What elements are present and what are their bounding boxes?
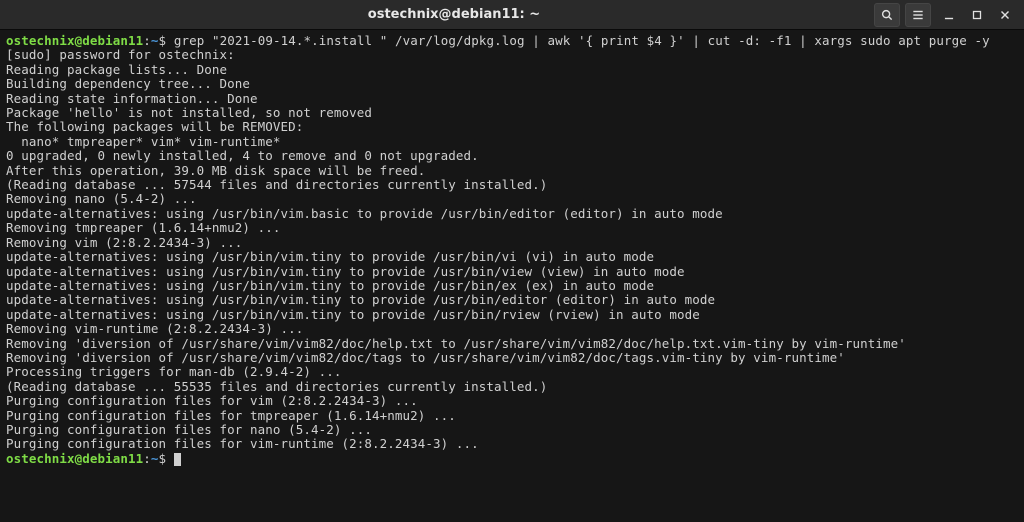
prompt-userhost: ostechnix@debian11 (6, 33, 143, 48)
terminal-viewport[interactable]: ostechnix@debian11:~$ grep "2021-09-14.*… (0, 30, 1024, 470)
terminal-output-line: update-alternatives: using /usr/bin/vim.… (6, 279, 1018, 293)
terminal-output-line: Removing vim (2:8.2.2434-3) ... (6, 236, 1018, 250)
terminal-output-line: Purging configuration files for nano (5.… (6, 423, 1018, 437)
close-icon (998, 8, 1012, 22)
terminal-output-line: Removing vim-runtime (2:8.2.2434-3) ... (6, 322, 1018, 336)
prompt-path: ~ (151, 33, 159, 48)
prompt-sep: : (143, 451, 151, 466)
terminal-output-line: Removing nano (5.4-2) ... (6, 192, 1018, 206)
window-title: ostechnix@debian11: ~ (36, 7, 872, 22)
hamburger-icon (911, 8, 925, 22)
terminal-output-line: update-alternatives: using /usr/bin/vim.… (6, 293, 1018, 307)
terminal-output-line: Purging configuration files for tmpreape… (6, 409, 1018, 423)
menu-button[interactable] (905, 3, 931, 27)
terminal-output-line: Removing 'diversion of /usr/share/vim/vi… (6, 337, 1018, 351)
terminal-output-line: update-alternatives: using /usr/bin/vim.… (6, 250, 1018, 264)
terminal-output-line: After this operation, 39.0 MB disk space… (6, 164, 1018, 178)
terminal-output-line: update-alternatives: using /usr/bin/vim.… (6, 265, 1018, 279)
command-line: ostechnix@debian11:~$ grep "2021-09-14.*… (6, 34, 1018, 48)
search-icon (880, 8, 894, 22)
terminal-output-line: Processing triggers for man-db (2.9.4-2)… (6, 365, 1018, 379)
terminal-output-line: Package 'hello' is not installed, so not… (6, 106, 1018, 120)
minimize-icon (942, 8, 956, 22)
prompt-sep: : (143, 33, 151, 48)
terminal-output-line: Removing tmpreaper (1.6.14+nmu2) ... (6, 221, 1018, 235)
terminal-output-line: Removing 'diversion of /usr/share/vim/vi… (6, 351, 1018, 365)
terminal-output-line: Purging configuration files for vim (2:8… (6, 394, 1018, 408)
terminal-output-line: update-alternatives: using /usr/bin/vim.… (6, 308, 1018, 322)
minimize-button[interactable] (936, 3, 962, 27)
close-button[interactable] (992, 3, 1018, 27)
terminal-output-line: Reading package lists... Done (6, 63, 1018, 77)
maximize-button[interactable] (964, 3, 990, 27)
search-button[interactable] (874, 3, 900, 27)
prompt-marker: $ (159, 451, 174, 466)
terminal-output-line: Reading state information... Done (6, 92, 1018, 106)
window-titlebar: ostechnix@debian11: ~ (0, 0, 1024, 30)
prompt-userhost: ostechnix@debian11 (6, 451, 143, 466)
terminal-output-line: (Reading database ... 55535 files and di… (6, 380, 1018, 394)
terminal-output-line: Building dependency tree... Done (6, 77, 1018, 91)
prompt-line: ostechnix@debian11:~$ (6, 452, 1018, 466)
terminal-output-line: The following packages will be REMOVED: (6, 120, 1018, 134)
terminal-output-line: 0 upgraded, 0 newly installed, 4 to remo… (6, 149, 1018, 163)
maximize-icon (970, 8, 984, 22)
terminal-output-line: [sudo] password for ostechnix: (6, 48, 1018, 62)
terminal-output-line: nano* tmpreaper* vim* vim-runtime* (6, 135, 1018, 149)
prompt-path: ~ (151, 451, 159, 466)
cursor (174, 453, 181, 466)
terminal-output-line: (Reading database ... 57544 files and di… (6, 178, 1018, 192)
terminal-output-line: update-alternatives: using /usr/bin/vim.… (6, 207, 1018, 221)
command-text: grep "2021-09-14.*.install " /var/log/dp… (174, 33, 990, 48)
terminal-output-line: Purging configuration files for vim-runt… (6, 437, 1018, 451)
prompt-marker: $ (159, 33, 174, 48)
